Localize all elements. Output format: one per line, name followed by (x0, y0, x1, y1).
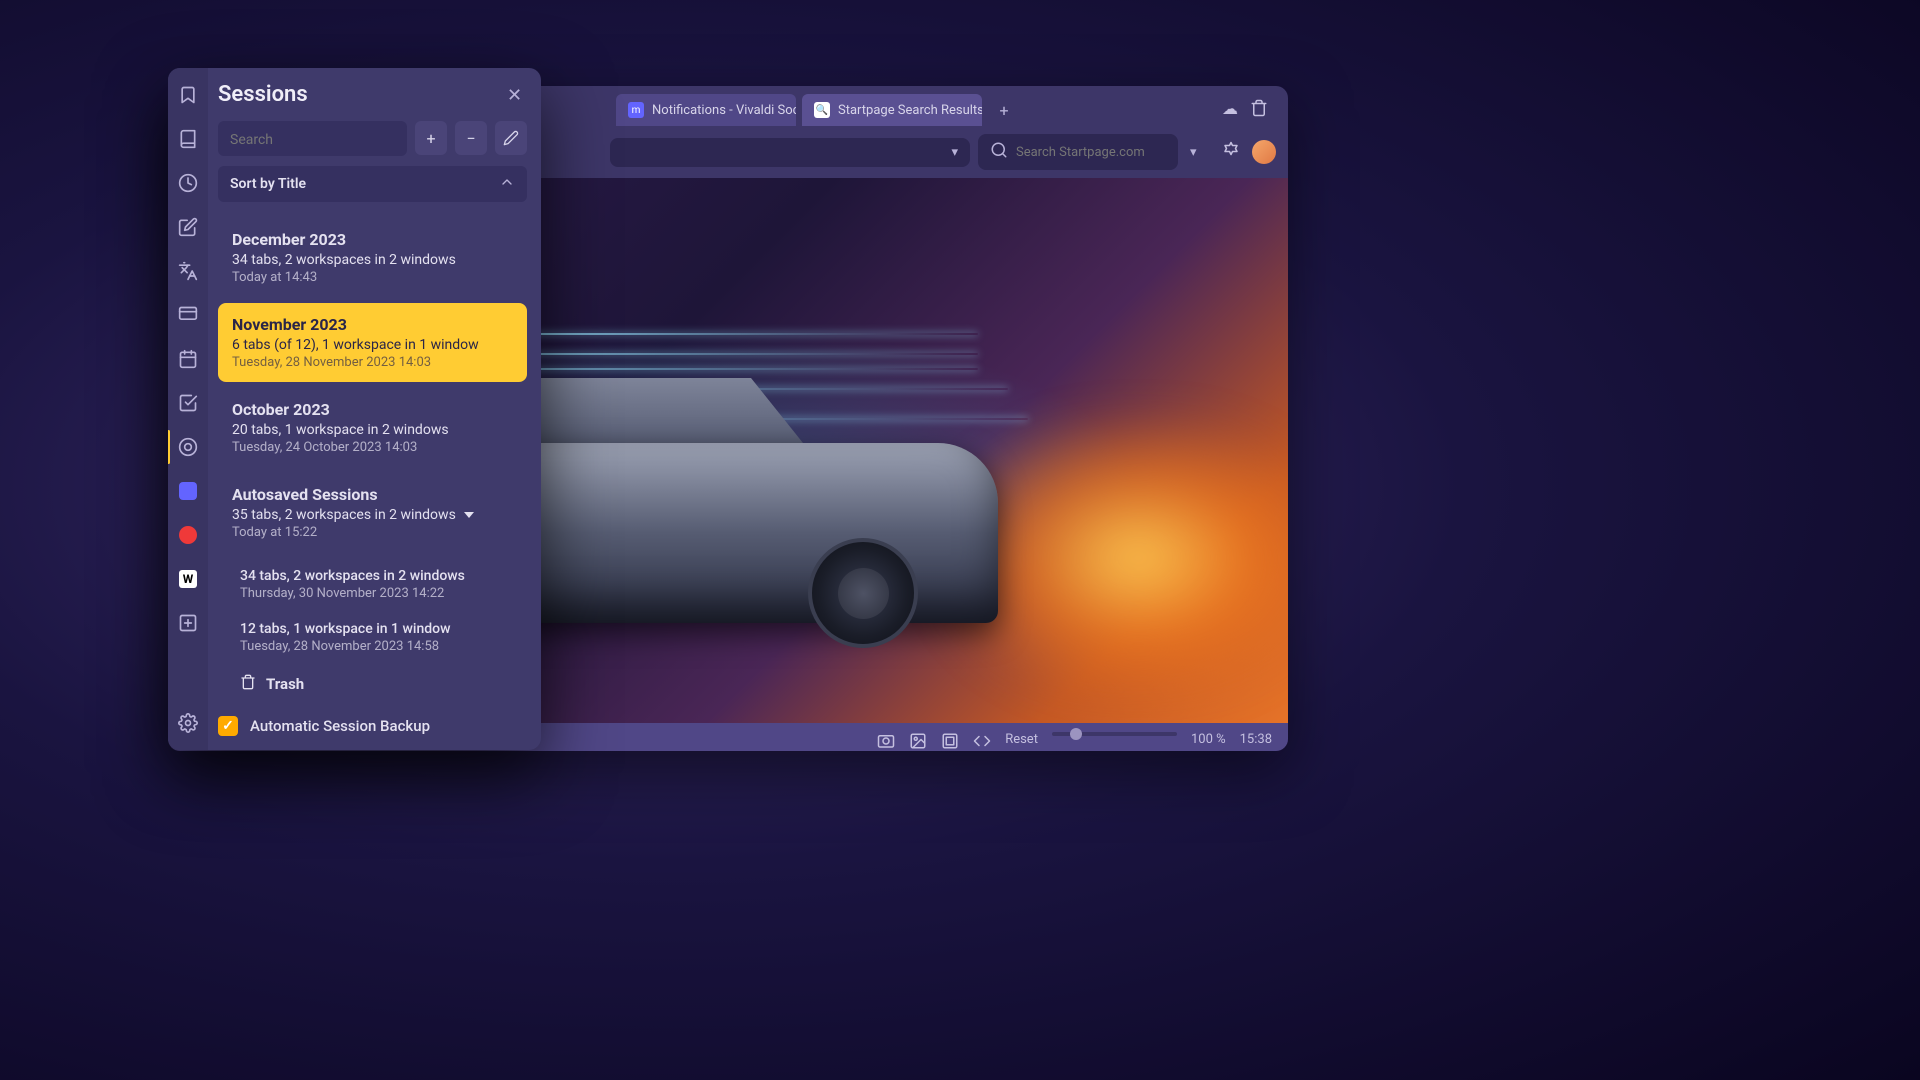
trash-icon (240, 674, 256, 694)
cloud-icon[interactable]: ☁ (1222, 99, 1238, 121)
tab-label: Notifications - Vivaldi Soci (652, 103, 796, 118)
close-button[interactable]: ✕ (507, 85, 527, 105)
bookmarks-icon[interactable] (177, 84, 199, 106)
wikipedia-panel-icon[interactable]: W (177, 568, 199, 590)
sessions-panel: W Sessions ✕ + − Sort by Title (168, 68, 541, 750)
reset-zoom-button[interactable]: Reset (1005, 732, 1038, 751)
add-session-button[interactable]: + (415, 121, 447, 155)
session-title: November 2023 (232, 315, 513, 334)
translate-icon[interactable] (177, 260, 199, 282)
session-date: Tuesday, 28 November 2023 14:58 (240, 639, 523, 654)
sort-label: Sort by Title (230, 176, 306, 192)
session-info: 12 tabs, 1 workspace in 1 window (240, 621, 523, 637)
session-item-october[interactable]: October 2023 20 tabs, 1 workspace in 2 w… (218, 388, 527, 467)
caret-down-icon[interactable] (464, 512, 474, 518)
image-icon[interactable] (909, 732, 927, 751)
search-input[interactable] (230, 132, 395, 148)
session-info: 34 tabs, 2 workspaces in 2 windows (240, 568, 523, 584)
session-info: 6 tabs (of 12), 1 workspace in 1 window (232, 337, 513, 353)
autosaved-children: 34 tabs, 2 workspaces in 2 windows Thurs… (236, 558, 527, 704)
search-box[interactable] (218, 121, 407, 156)
trash-icon[interactable] (1250, 99, 1268, 121)
session-title: December 2023 (232, 230, 513, 249)
sidebar-icons: W (168, 68, 208, 750)
tab-notifications[interactable]: m Notifications - Vivaldi Soci (616, 94, 796, 126)
panel-toolbar: + − (218, 121, 527, 156)
dropdown-icon[interactable]: ▾ (951, 145, 958, 160)
edit-session-button[interactable] (495, 121, 527, 155)
trash-label: Trash (266, 675, 304, 693)
vivaldi-panel-icon[interactable] (177, 524, 199, 546)
autosaved-child[interactable]: 12 tabs, 1 workspace in 1 window Tuesday… (236, 611, 527, 664)
session-list: December 2023 34 tabs, 2 workspaces in 2… (218, 218, 527, 704)
reading-list-icon[interactable] (177, 128, 199, 150)
dropdown-icon[interactable]: ▾ (1190, 145, 1197, 160)
session-date: Tuesday, 28 November 2023 14:03 (232, 355, 513, 370)
panel-footer: ✓ Automatic Session Backup (218, 704, 527, 736)
history-icon[interactable] (177, 172, 199, 194)
session-info: 34 tabs, 2 workspaces in 2 windows (232, 252, 513, 268)
zoom-slider[interactable] (1052, 732, 1177, 736)
tasks-icon[interactable] (177, 392, 199, 414)
panel-title: Sessions (218, 82, 308, 107)
chevron-up-icon (499, 174, 515, 194)
session-item-november[interactable]: November 2023 6 tabs (of 12), 1 workspac… (218, 303, 527, 382)
url-field[interactable]: ▾ (610, 138, 970, 167)
session-item-december[interactable]: December 2023 34 tabs, 2 workspaces in 2… (218, 218, 527, 297)
session-date: Thursday, 30 November 2023 14:22 (240, 586, 523, 601)
clock: 15:38 (1240, 732, 1272, 751)
extensions-icon[interactable] (1222, 141, 1240, 163)
tiling-icon[interactable] (941, 732, 959, 751)
remove-session-button[interactable]: − (455, 121, 487, 155)
panel-header: Sessions ✕ (218, 82, 527, 107)
startpage-icon: 🔍 (814, 102, 830, 118)
devtools-icon[interactable] (973, 732, 991, 751)
autosaved-sessions[interactable]: Autosaved Sessions 35 tabs, 2 workspaces… (218, 473, 527, 552)
autosaved-child[interactable]: 34 tabs, 2 workspaces in 2 windows Thurs… (236, 558, 527, 611)
session-info: 35 tabs, 2 workspaces in 2 windows (232, 507, 513, 523)
search-input[interactable] (1016, 145, 1182, 160)
search-icon (990, 141, 1008, 163)
window-panel-icon[interactable] (177, 304, 199, 326)
mastodon-panel-icon[interactable] (177, 480, 199, 502)
session-date: Today at 15:22 (232, 525, 513, 540)
mastodon-icon: m (628, 102, 644, 118)
panel-main: Sessions ✕ + − Sort by Title December 20… (208, 68, 541, 750)
tab-startpage[interactable]: 🔍 Startpage Search Results (802, 94, 982, 126)
screenshot-icon[interactable] (877, 732, 895, 751)
trash-item[interactable]: Trash (236, 664, 527, 704)
new-tab-button[interactable]: + (992, 98, 1016, 122)
avatar[interactable] (1252, 140, 1276, 164)
notes-icon[interactable] (177, 216, 199, 238)
calendar-icon[interactable] (177, 348, 199, 370)
sessions-icon[interactable] (177, 436, 199, 458)
tab-label: Startpage Search Results (838, 103, 982, 118)
zoom-level: 100 % (1191, 732, 1226, 751)
settings-icon[interactable] (177, 712, 199, 734)
session-date: Today at 14:43 (232, 270, 513, 285)
session-info: 20 tabs, 1 workspace in 2 windows (232, 422, 513, 438)
sort-button[interactable]: Sort by Title (218, 166, 527, 202)
backup-label: Automatic Session Backup (250, 717, 430, 735)
add-panel-icon[interactable] (177, 612, 199, 634)
session-title: October 2023 (232, 400, 513, 419)
session-title: Autosaved Sessions (232, 485, 513, 504)
session-date: Tuesday, 24 October 2023 14:03 (232, 440, 513, 455)
backup-checkbox[interactable]: ✓ (218, 716, 238, 736)
search-field[interactable]: ▾ (978, 134, 1178, 170)
